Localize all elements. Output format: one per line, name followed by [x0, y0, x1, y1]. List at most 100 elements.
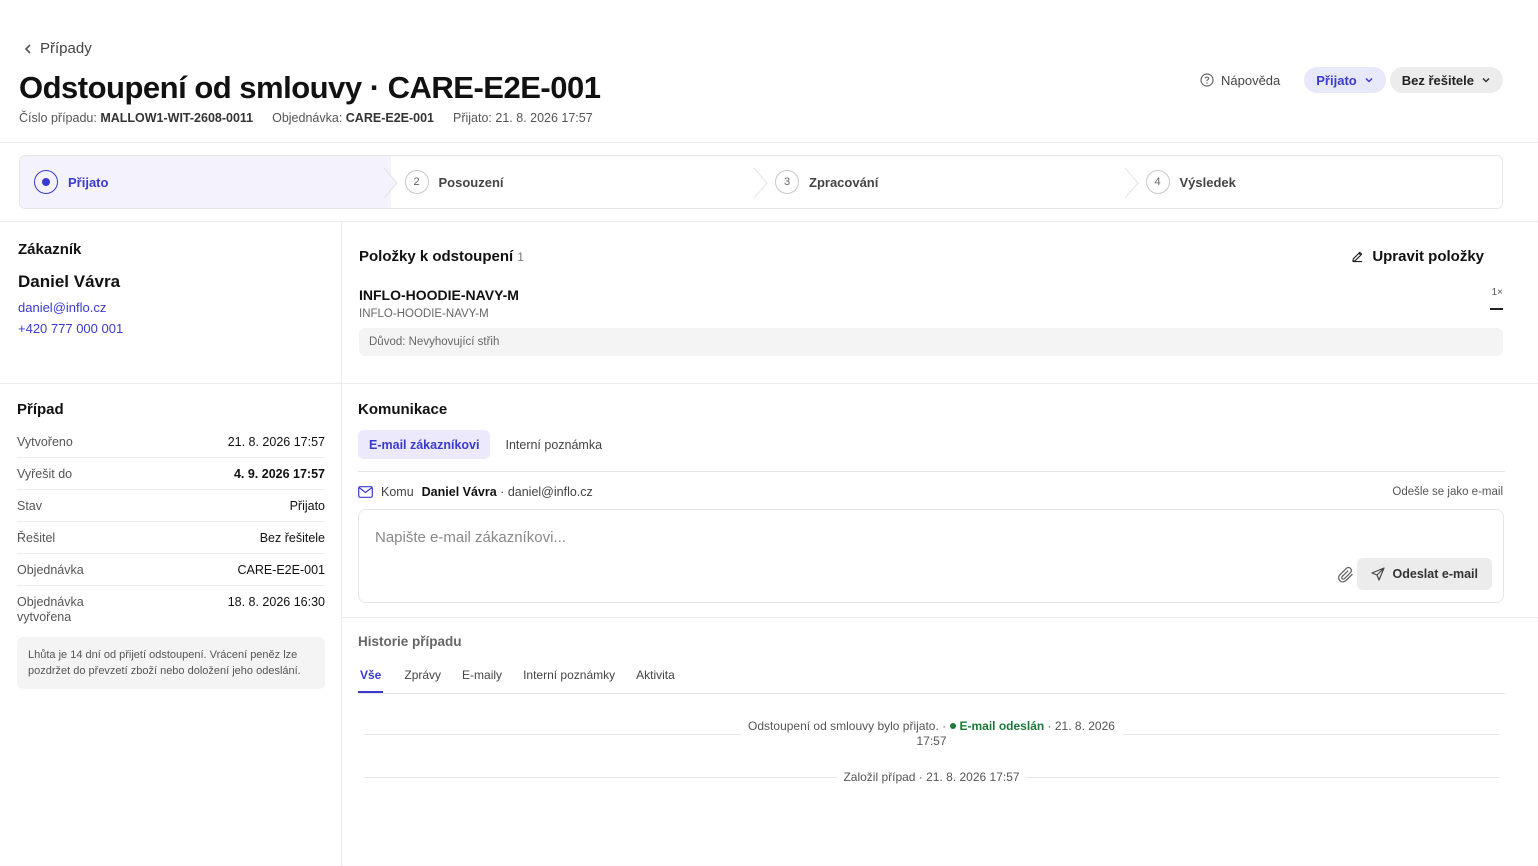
help-label: Nápověda: [1220, 72, 1281, 88]
communication-title: Komunikace: [358, 401, 448, 418]
edit-items-button[interactable]: Upravit položky: [1351, 248, 1484, 265]
pencil-icon: [1352, 251, 1363, 263]
items-header: Položky k odstoupení 1 Upravit položky: [359, 248, 1503, 265]
case-row-key: Stav: [17, 499, 43, 513]
divider: [1025, 777, 1499, 778]
case-row-created: Vytvořeno 21. 8. 2026 17:57: [17, 426, 325, 458]
recipient-row: Komu Daniel Vávra · daniel@inflo.cz Odeš…: [358, 485, 1505, 499]
back-link[interactable]: Případy: [22, 40, 92, 57]
case-number: MALLOW1-WIT-2608-0011: [100, 111, 254, 125]
case-row-assignee: Řešitel Bez řešitele: [17, 522, 325, 554]
step-active-indicator: [34, 170, 58, 194]
customer-name: Daniel Vávra: [18, 272, 121, 291]
send-email-label: Odeslat e-mail: [1392, 567, 1478, 581]
step-number: 2: [404, 170, 429, 194]
case-row-value: CARE-E2E-001: [237, 563, 325, 577]
case-panel: Případ Vytvořeno 21. 8. 2026 17:57 Vyřeš…: [17, 401, 325, 689]
history-tabs: Vše Zprávy E-maily Interní poznámky Akti…: [358, 668, 1505, 694]
step-separator-icon: [753, 168, 768, 198]
edit-items-label: Upravit položky: [1372, 248, 1484, 265]
customer-email-link[interactable]: daniel@inflo.cz: [18, 300, 328, 315]
email-sent-label: E-mail odeslán: [959, 719, 1045, 733]
paperclip-icon[interactable]: [1337, 566, 1355, 584]
items-count: 1: [517, 250, 524, 264]
page-header: Případy Odstoupení od smlouvy · CARE-E2E…: [0, 0, 1538, 143]
case-row-value: 21. 8. 2026 17:57: [227, 435, 325, 449]
divider: [0, 383, 1538, 384]
items-title: Položky k odstoupení 1: [359, 248, 524, 265]
chevron-down-icon: [1482, 77, 1490, 83]
case-section-label: Případ: [17, 401, 64, 418]
progress-stepper: Přijato 2 Posouzení 3 Zpracování 4 Výsle…: [19, 155, 1503, 209]
step-separator-icon: [1124, 168, 1139, 198]
email-compose-box[interactable]: Napište e-mail zákazníkovi... Odeslat e-…: [358, 509, 1504, 603]
order-number: CARE-E2E-001: [345, 111, 435, 125]
item-info: INFLO-HOODIE-NAVY-M INFLO-HOODIE-NAVY-M: [359, 287, 519, 320]
assignee-dropdown-label: Bez řešitele: [1401, 72, 1474, 88]
customer-phone-link[interactable]: +420 777 000 001: [18, 321, 328, 336]
deadline-note: Lhůta je 14 dní od přijetí odstoupení. V…: [17, 637, 325, 689]
received-date: 21. 8. 2026 17:57: [495, 111, 593, 125]
case-row-status: Stav Přijato: [17, 490, 325, 522]
history-tab-internal-notes[interactable]: Interní poznámky: [523, 668, 615, 693]
item-quantity: 1×: [1483, 287, 1503, 320]
chevron-left-icon: [24, 43, 31, 54]
recipient-label: Komu: [381, 485, 414, 499]
item-sku: INFLO-HOODIE-NAVY-M: [359, 308, 489, 320]
case-row-value: Bez řešitele: [259, 531, 325, 545]
send-email-button[interactable]: Odeslat e-mail: [1356, 558, 1492, 590]
step-label: Posouzení: [438, 174, 504, 190]
status-dropdown-label: Přijato: [1316, 72, 1357, 88]
step-processing[interactable]: 3 Zpracování: [761, 156, 1139, 208]
divider: [364, 777, 838, 778]
customer-section-label: Zákazník: [18, 241, 82, 258]
communication-tabs: E-mail zákazníkovi Interní poznámka: [358, 430, 1505, 472]
help-button[interactable]: Nápověda: [1200, 73, 1300, 88]
mail-icon: [358, 486, 373, 498]
assignee-dropdown[interactable]: Bez řešitele: [1389, 67, 1503, 93]
case-row-order-created: Objednávka vytvořena 18. 8. 2026 16:30: [17, 586, 325, 633]
send-icon: [1370, 567, 1385, 581]
history-event: Odstoupení od smlouvy bylo přijato. · E-…: [358, 719, 1505, 749]
chevron-down-icon: [1365, 77, 1373, 83]
page-title: Odstoupení od smlouvy · CARE-E2E-001: [19, 70, 601, 105]
step-result[interactable]: 4 Výsledek: [1132, 156, 1503, 208]
case-row-order: Objednávka CARE-E2E-001: [17, 554, 325, 586]
step-label: Zpracování: [809, 174, 879, 190]
history-tab-messages[interactable]: Zprávy: [404, 668, 441, 693]
case-row-key: Řešitel: [17, 531, 56, 545]
history-tab-emails[interactable]: E-maily: [462, 668, 502, 693]
step-received[interactable]: Přijato: [20, 156, 398, 208]
case-number-label: Číslo případu:: [19, 111, 97, 125]
status-dropdown[interactable]: Přijato: [1304, 67, 1386, 93]
step-number: 4: [1145, 170, 1170, 194]
tab-customer-email[interactable]: E-mail zákazníkovi: [358, 430, 491, 459]
send-as-note: Odešle se jako e-mail: [1392, 486, 1503, 498]
step-label: Výsledek: [1179, 174, 1236, 190]
email-sent-badge: E-mail odeslán: [949, 719, 1045, 733]
case-row-value: Přijato: [289, 499, 325, 513]
history-event-text: Odstoupení od smlouvy bylo přijato. · E-…: [747, 719, 1117, 749]
recipient-email: · daniel@inflo.cz: [500, 485, 593, 499]
received-label: Přijato:: [452, 111, 492, 125]
step-assessment[interactable]: 2 Posouzení: [391, 156, 768, 208]
divider: [342, 617, 1538, 618]
history-tab-all[interactable]: Vše: [358, 668, 384, 693]
tab-internal-note[interactable]: Interní poznámka: [494, 430, 613, 459]
history-tab-activity[interactable]: Aktivita: [636, 668, 675, 693]
back-link-label: Případy: [40, 40, 92, 57]
help-circle-icon: [1200, 73, 1214, 87]
case-row-key: Vyřešit do: [17, 467, 73, 481]
step-number: 3: [775, 170, 799, 194]
item-name: INFLO-HOODIE-NAVY-M: [359, 287, 519, 303]
divider: [1122, 733, 1499, 735]
case-row-deadline: Vyřešit do 4. 9. 2026 17:57: [17, 458, 325, 490]
item-reason: Důvod: Nevyhovující střih: [359, 328, 1503, 356]
recipient-name: Daniel Vávra: [421, 485, 497, 499]
divider: [341, 222, 342, 866]
divider: [0, 221, 1538, 222]
list-item: INFLO-HOODIE-NAVY-M INFLO-HOODIE-NAVY-M …: [359, 287, 1503, 320]
case-details: Vytvořeno 21. 8. 2026 17:57 Vyřešit do 4…: [17, 426, 325, 633]
items-title-label: Položky k odstoupení: [359, 248, 514, 265]
history-event-text: Založil případ · 21. 8. 2026 17:57: [843, 770, 1020, 784]
